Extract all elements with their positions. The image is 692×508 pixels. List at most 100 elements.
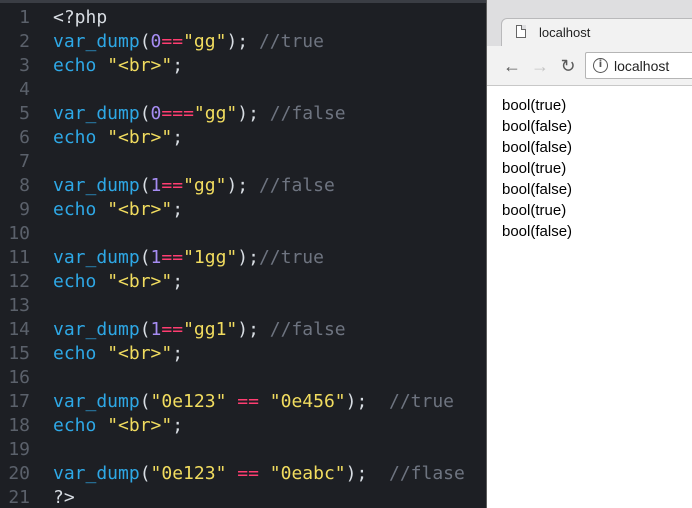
code-text: var_dump(1=="gg1"); //false	[53, 318, 346, 342]
code-token: "<br>"	[107, 55, 173, 76]
code-lines: 1 <?php 2 var_dump(0=="gg"); //true 3 echo "<…	[0, 6, 486, 508]
code-token: 1	[150, 247, 162, 268]
code-text: echo "<br>";	[53, 414, 183, 438]
line-number: 2	[19, 31, 30, 52]
output-line: bool(true)	[502, 202, 567, 219]
url-text: localhost	[614, 58, 670, 74]
code-line: 11 var_dump(1=="1gg");//true	[0, 246, 486, 270]
code-token: var_dump	[53, 247, 140, 268]
code-token: echo	[53, 55, 97, 76]
code-token: "gg"	[193, 103, 238, 124]
forward-arrow-icon[interactable]: →	[529, 55, 551, 77]
code-token: //false	[269, 103, 346, 124]
code-token: echo	[53, 199, 97, 220]
code-text: <?php	[53, 6, 107, 30]
browser-tab[interactable]: localhost	[501, 18, 692, 46]
code-token: ==	[161, 175, 184, 196]
code-token: "gg"	[183, 31, 227, 52]
browser-window: localhost ← → ↻ i localhost bool(true) bo…	[486, 0, 692, 508]
line-number: 14	[8, 319, 30, 340]
code-token: var_dump	[53, 391, 140, 412]
output-line: bool(true)	[502, 97, 567, 114]
tab-title: localhost	[539, 25, 591, 40]
code-token: );	[237, 103, 270, 124]
line-number: 19	[8, 439, 30, 460]
code-token: "<br>"	[107, 127, 173, 148]
code-token: (	[139, 319, 151, 340]
code-token: 0	[150, 31, 162, 52]
code-token: ;	[172, 199, 184, 220]
code-token: ==	[161, 247, 184, 268]
code-line: 12 echo "<br>";	[0, 270, 486, 294]
page-content: bool(true) bool(false) bool(false) bool(tru…	[502, 95, 572, 242]
code-token: ==	[161, 31, 184, 52]
code-line: 16	[0, 366, 486, 390]
code-line: 19	[0, 438, 486, 462]
code-line: 17 var_dump("0e123" == "0e456"); //true	[0, 390, 486, 414]
line-number: 11	[8, 247, 30, 268]
code-token: ==	[237, 391, 259, 412]
code-token: (	[139, 463, 151, 484]
code-token: var_dump	[53, 103, 140, 124]
output-line: bool(false)	[502, 118, 573, 135]
code-line: 1 <?php	[0, 6, 486, 30]
line-number: 7	[19, 151, 30, 172]
line-number: 13	[8, 295, 30, 316]
back-arrow-icon[interactable]: ←	[501, 55, 523, 77]
code-token: "<br>"	[107, 415, 173, 436]
line-number: 10	[8, 223, 30, 244]
line-number: 6	[19, 127, 30, 148]
code-token: var_dump	[53, 463, 140, 484]
code-text: var_dump(0==="gg"); //false	[53, 102, 346, 126]
code-token: "0e123"	[150, 463, 227, 484]
code-text: echo "<br>";	[53, 342, 183, 366]
code-line: 10	[0, 222, 486, 246]
code-token: var_dump	[53, 175, 140, 196]
code-line: 3 echo "<br>";	[0, 54, 486, 78]
code-token: ;	[172, 127, 184, 148]
code-line: 18 echo "<br>";	[0, 414, 486, 438]
code-text: var_dump("0e123" == "0e456"); //true	[53, 390, 454, 414]
code-token: 1	[150, 175, 162, 196]
line-number: 1	[19, 7, 30, 28]
code-token: (	[139, 391, 151, 412]
code-token: (	[139, 175, 151, 196]
code-token: ?>	[53, 487, 75, 508]
code-token: //false	[269, 319, 346, 340]
output-line: bool(false)	[502, 223, 573, 240]
page-icon	[516, 25, 526, 38]
address-bar[interactable]: i localhost	[585, 52, 692, 79]
code-line: 4	[0, 78, 486, 102]
line-number: 21	[8, 487, 30, 508]
reload-icon[interactable]: ↻	[557, 55, 579, 77]
tab-strip: localhost	[487, 0, 692, 46]
code-token: "0e123"	[150, 391, 227, 412]
code-token: );	[345, 391, 389, 412]
editor-top-border	[0, 0, 486, 3]
output-line: bool(false)	[502, 181, 573, 198]
code-token: );	[237, 319, 270, 340]
info-icon[interactable]: i	[593, 58, 608, 73]
code-editor[interactable]: 1 <?php 2 var_dump(0=="gg"); //true 3 echo "<…	[0, 0, 486, 508]
code-line: 13	[0, 294, 486, 318]
code-text: var_dump(1=="1gg");//true	[53, 246, 324, 270]
code-token: );	[237, 247, 259, 268]
code-line: 9 echo "<br>";	[0, 198, 486, 222]
code-token: //true	[389, 391, 455, 412]
code-text: echo "<br>";	[53, 198, 183, 222]
code-token: var_dump	[53, 31, 140, 52]
code-token: echo	[53, 271, 97, 292]
code-token: //false	[258, 175, 335, 196]
code-token: echo	[53, 415, 97, 436]
code-token: (	[139, 103, 151, 124]
line-number: 12	[8, 271, 30, 292]
